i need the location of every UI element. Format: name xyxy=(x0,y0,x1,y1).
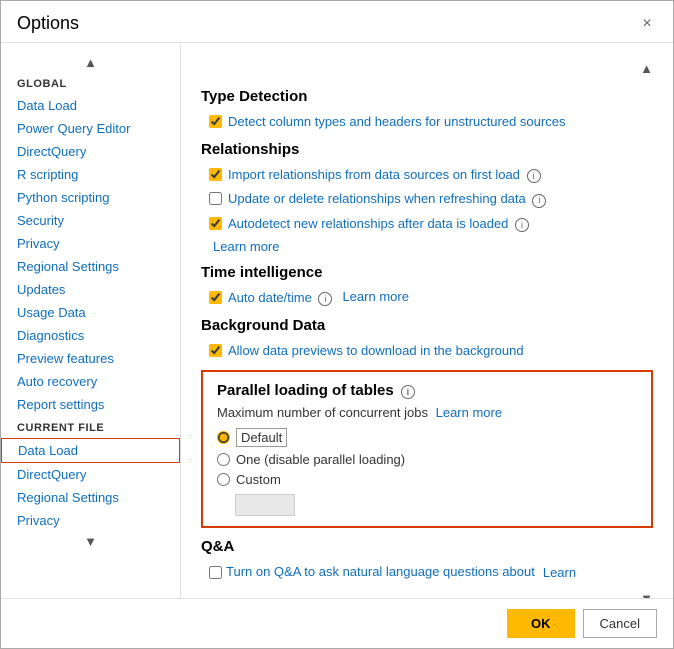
parallel-loading-subtitle: Maximum number of concurrent jobs Learn … xyxy=(217,405,637,420)
radio-custom[interactable] xyxy=(217,473,230,486)
time-intelligence-label: Auto date/time i xyxy=(228,289,332,307)
dialog-footer: OK Cancel xyxy=(1,598,673,648)
parallel-loading-box: Parallel loading of tables i Maximum num… xyxy=(201,370,653,528)
radio-default-label: Default xyxy=(236,428,287,447)
relationships-learn-more: Learn more xyxy=(201,239,653,254)
global-section-label: GLOBAL xyxy=(1,72,180,94)
sidebar-item-regional-settings-current[interactable]: Regional Settings xyxy=(1,486,180,509)
radio-one[interactable] xyxy=(217,453,230,466)
info-icon-4[interactable]: i xyxy=(318,292,332,306)
sidebar-item-auto-recovery[interactable]: Auto recovery xyxy=(1,370,180,393)
parallel-learn-more[interactable]: Learn more xyxy=(436,405,502,420)
dialog-title: Options xyxy=(17,13,79,34)
content-scroll-up[interactable]: ▲ xyxy=(201,59,653,78)
radio-custom-row: Custom xyxy=(217,472,637,487)
background-data-checkbox[interactable] xyxy=(209,344,222,357)
radio-default[interactable] xyxy=(217,431,230,444)
background-data-label: Allow data previews to download in the b… xyxy=(228,342,524,360)
background-data-title: Background Data xyxy=(201,317,653,334)
sidebar-item-usage-data[interactable]: Usage Data xyxy=(1,301,180,324)
options-dialog: Options × ▲ GLOBAL Data Load Power Query… xyxy=(0,0,674,649)
time-intelligence-row: Auto date/time i Learn more xyxy=(201,289,653,307)
content-area: ▲ Type Detection Detect column types and… xyxy=(181,43,673,598)
dialog-header: Options × xyxy=(1,1,673,43)
content-scroll-down[interactable]: ▼ xyxy=(201,589,653,598)
sidebar-scroll-down[interactable]: ▼ xyxy=(1,532,180,551)
info-icon-1[interactable]: i xyxy=(527,169,541,183)
sidebar-item-security[interactable]: Security xyxy=(1,209,180,232)
type-detection-row: Detect column types and headers for unst… xyxy=(201,113,653,131)
type-detection-label: Detect column types and headers for unst… xyxy=(228,113,565,131)
info-icon-5[interactable]: i xyxy=(401,385,415,399)
info-icon-2[interactable]: i xyxy=(532,194,546,208)
cancel-button[interactable]: Cancel xyxy=(583,609,657,638)
radio-default-row: Default xyxy=(217,428,637,447)
sidebar: ▲ GLOBAL Data Load Power Query Editor Di… xyxy=(1,43,181,598)
relationships-title: Relationships xyxy=(201,141,653,158)
relationships-row1: Import relationships from data sources o… xyxy=(201,166,653,184)
relationships-checkbox2[interactable] xyxy=(209,192,222,205)
sidebar-item-python-scripting[interactable]: Python scripting xyxy=(1,186,180,209)
sidebar-item-report-settings[interactable]: Report settings xyxy=(1,393,180,416)
sidebar-item-privacy-global[interactable]: Privacy xyxy=(1,232,180,255)
relationships-checkbox1[interactable] xyxy=(209,168,222,181)
current-file-section-label: CURRENT FILE xyxy=(1,416,180,438)
relationships-row2: Update or delete relationships when refr… xyxy=(201,190,653,208)
relationships-checkbox3[interactable] xyxy=(209,217,222,230)
ok-button[interactable]: OK xyxy=(507,609,575,638)
qna-learn-more[interactable]: Learn xyxy=(543,565,576,580)
sidebar-item-preview-features[interactable]: Preview features xyxy=(1,347,180,370)
relationships-label2: Update or delete relationships when refr… xyxy=(228,190,546,208)
time-intelligence-checkbox[interactable] xyxy=(209,291,222,304)
radio-one-row: One (disable parallel loading) xyxy=(217,452,637,467)
time-intelligence-title: Time intelligence xyxy=(201,264,653,281)
parallel-loading-title: Parallel loading of tables i xyxy=(217,382,637,399)
sidebar-item-r-scripting[interactable]: R scripting xyxy=(1,163,180,186)
relationships-label1: Import relationships from data sources o… xyxy=(228,166,541,184)
relationships-row3: Autodetect new relationships after data … xyxy=(201,215,653,233)
radio-one-label: One (disable parallel loading) xyxy=(236,452,405,467)
type-detection-title: Type Detection xyxy=(201,88,653,105)
close-button[interactable]: × xyxy=(637,14,657,34)
type-detection-checkbox[interactable] xyxy=(209,115,222,128)
sidebar-item-data-load-current[interactable]: Data Load xyxy=(1,438,180,463)
time-intelligence-learn-more[interactable]: Learn more xyxy=(342,289,408,304)
qna-label: Turn on Q&A to ask natural language ques… xyxy=(226,563,535,581)
sidebar-item-diagnostics[interactable]: Diagnostics xyxy=(1,324,180,347)
qna-row: Turn on Q&A to ask natural language ques… xyxy=(201,563,653,581)
qna-checkbox[interactable] xyxy=(209,566,222,579)
sidebar-item-updates[interactable]: Updates xyxy=(1,278,180,301)
sidebar-item-power-query[interactable]: Power Query Editor xyxy=(1,117,180,140)
background-data-row: Allow data previews to download in the b… xyxy=(201,342,653,360)
relationships-learn-more-link[interactable]: Learn more xyxy=(213,239,279,254)
dialog-body: ▲ GLOBAL Data Load Power Query Editor Di… xyxy=(1,43,673,598)
sidebar-item-data-load-global[interactable]: Data Load xyxy=(1,94,180,117)
radio-custom-label: Custom xyxy=(236,472,281,487)
sidebar-scroll-up[interactable]: ▲ xyxy=(1,53,180,72)
info-icon-3[interactable]: i xyxy=(515,218,529,232)
sidebar-item-directquery-current[interactable]: DirectQuery xyxy=(1,463,180,486)
sidebar-item-directquery-global[interactable]: DirectQuery xyxy=(1,140,180,163)
relationships-label3: Autodetect new relationships after data … xyxy=(228,215,529,233)
sidebar-item-privacy-current[interactable]: Privacy xyxy=(1,509,180,532)
qna-title: Q&A xyxy=(201,538,653,555)
sidebar-item-regional-settings-global[interactable]: Regional Settings xyxy=(1,255,180,278)
custom-input[interactable] xyxy=(235,494,295,516)
